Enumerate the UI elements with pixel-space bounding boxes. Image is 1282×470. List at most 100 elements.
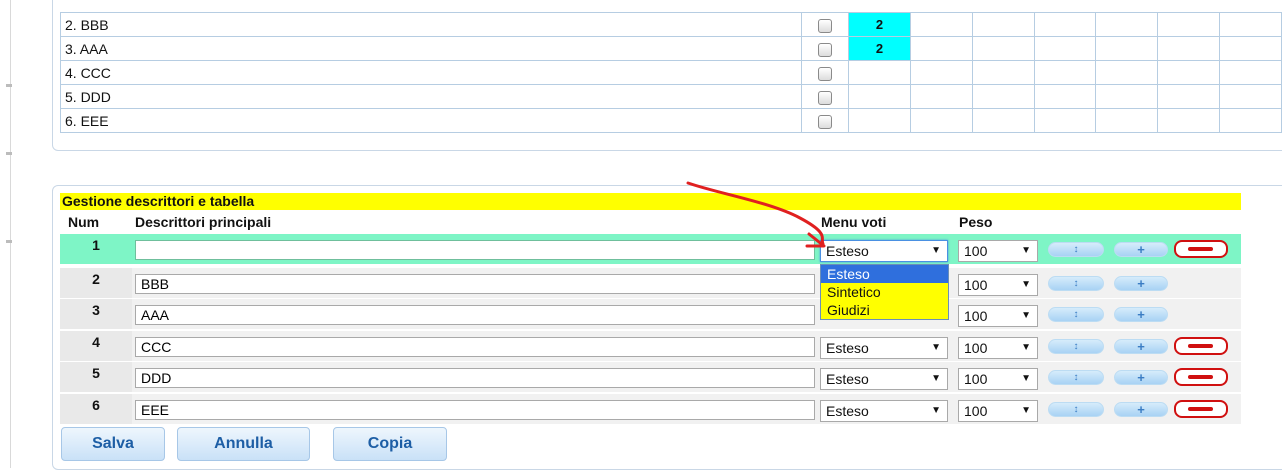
menu-voti-dropdown: Esteso Sintetico Giudizi xyxy=(820,264,949,320)
add-button[interactable]: + xyxy=(1114,276,1168,291)
left-tick-mark xyxy=(6,84,12,87)
add-button[interactable]: + xyxy=(1114,242,1168,257)
descriptor-row: 4 Esteso ▼ 100 ▼ ↕ + xyxy=(60,331,1241,361)
descriptor-input[interactable] xyxy=(135,305,815,325)
plus-icon: + xyxy=(1137,402,1145,417)
row-number: 3 xyxy=(60,299,132,329)
peso-select[interactable]: 100 ▼ xyxy=(958,240,1038,262)
student-checkbox[interactable] xyxy=(817,114,832,129)
remove-button[interactable] xyxy=(1174,368,1228,386)
student-name: 4. CCC xyxy=(60,60,802,85)
move-button[interactable]: ↕ xyxy=(1048,402,1104,417)
minus-icon xyxy=(1188,247,1213,251)
table-row: 6. EEE xyxy=(60,108,1282,133)
row-number: 4 xyxy=(60,331,132,361)
caret-down-icon: ▼ xyxy=(931,405,941,416)
cancel-button[interactable]: Annulla xyxy=(177,427,310,461)
row-number: 2 xyxy=(60,268,132,298)
student-checkbox[interactable] xyxy=(817,90,832,105)
menu-voti-value: Esteso xyxy=(826,371,869,387)
student-name: 5. DDD xyxy=(60,84,802,109)
remove-button[interactable] xyxy=(1174,337,1228,355)
menu-voti-value: Esteso xyxy=(826,340,869,356)
plus-icon: + xyxy=(1137,370,1145,385)
remove-button[interactable] xyxy=(1174,400,1228,418)
menu-voti-select[interactable]: Esteso ▼ xyxy=(820,240,948,262)
move-button[interactable]: ↕ xyxy=(1048,242,1104,257)
left-tick-mark xyxy=(6,240,12,243)
peso-select[interactable]: 100 ▼ xyxy=(958,305,1038,327)
left-tick-mark xyxy=(6,152,12,155)
move-button[interactable]: ↕ xyxy=(1048,370,1104,385)
score-cell[interactable] xyxy=(847,84,911,109)
dropdown-option[interactable]: Giudizi xyxy=(821,301,948,319)
up-down-arrow-icon: ↕ xyxy=(1073,341,1079,352)
annotation-arrow xyxy=(686,181,826,248)
up-down-arrow-icon: ↕ xyxy=(1073,244,1079,255)
caret-down-icon: ▼ xyxy=(1021,245,1031,256)
peso-value: 100 xyxy=(964,403,988,419)
table-row: 4. CCC xyxy=(60,60,1282,85)
peso-value: 100 xyxy=(964,277,988,293)
descriptor-row: 5 Esteso ▼ 100 ▼ ↕ + xyxy=(60,362,1241,392)
up-down-arrow-icon: ↕ xyxy=(1073,309,1079,320)
descriptor-row: 3 100 ▼ ↕ + xyxy=(60,299,1241,329)
add-button[interactable]: + xyxy=(1114,339,1168,354)
peso-select[interactable]: 100 ▼ xyxy=(958,274,1038,296)
peso-select[interactable]: 100 ▼ xyxy=(958,400,1038,422)
caret-down-icon: ▼ xyxy=(931,342,941,353)
menu-voti-select[interactable]: Esteso ▼ xyxy=(820,400,948,422)
descriptor-input[interactable] xyxy=(135,400,815,420)
up-down-arrow-icon: ↕ xyxy=(1073,278,1079,289)
descriptor-row: 1 Esteso ▼ 100 ▼ ↕ + xyxy=(60,234,1241,264)
menu-voti-select[interactable]: Esteso ▼ xyxy=(820,368,948,390)
menu-voti-value: Esteso xyxy=(826,243,869,259)
menu-voti-select[interactable]: Esteso ▼ xyxy=(820,337,948,359)
plus-icon: + xyxy=(1137,307,1145,322)
minus-icon xyxy=(1188,407,1213,411)
up-down-arrow-icon: ↕ xyxy=(1073,404,1079,415)
score-cell[interactable] xyxy=(847,108,911,133)
score-cell[interactable]: 2 xyxy=(847,12,911,37)
peso-value: 100 xyxy=(964,340,988,356)
up-down-arrow-icon: ↕ xyxy=(1073,372,1079,383)
dropdown-option[interactable]: Esteso xyxy=(821,265,948,283)
descriptor-input[interactable] xyxy=(135,368,815,388)
move-button[interactable]: ↕ xyxy=(1048,307,1104,322)
header-peso: Peso xyxy=(959,214,993,230)
row-number: 6 xyxy=(60,394,132,424)
student-checkbox[interactable] xyxy=(817,66,832,81)
peso-select[interactable]: 100 ▼ xyxy=(958,368,1038,390)
save-button[interactable]: Salva xyxy=(61,427,165,461)
move-button[interactable]: ↕ xyxy=(1048,276,1104,291)
left-border-line xyxy=(10,0,11,468)
caret-down-icon: ▼ xyxy=(1021,405,1031,416)
remove-button[interactable] xyxy=(1174,240,1228,258)
peso-value: 100 xyxy=(964,308,988,324)
score-cell[interactable] xyxy=(847,60,911,85)
peso-select[interactable]: 100 ▼ xyxy=(958,337,1038,359)
score-cell[interactable]: 2 xyxy=(847,36,911,61)
plus-icon: + xyxy=(1137,242,1145,257)
student-checkbox[interactable] xyxy=(817,18,832,33)
add-button[interactable]: + xyxy=(1114,370,1168,385)
caret-down-icon: ▼ xyxy=(1021,342,1031,353)
section-title: Gestione descrittori e tabella xyxy=(60,193,1241,210)
descriptor-input[interactable] xyxy=(135,274,815,294)
table-row: 2. BBB 2 xyxy=(60,12,1282,37)
descriptor-input[interactable] xyxy=(135,337,815,357)
student-name: 2. BBB xyxy=(60,12,802,37)
table-row: 3. AAA 2 xyxy=(60,36,1282,61)
add-button[interactable]: + xyxy=(1114,402,1168,417)
student-checkbox[interactable] xyxy=(817,42,832,57)
student-name: 3. AAA xyxy=(60,36,802,61)
dropdown-option[interactable]: Sintetico xyxy=(821,283,948,301)
move-button[interactable]: ↕ xyxy=(1048,339,1104,354)
peso-value: 100 xyxy=(964,243,988,259)
add-button[interactable]: + xyxy=(1114,307,1168,322)
student-table: 2. BBB 2 3. AAA 2 4. CCC 5. DDD 6. EEE xyxy=(60,12,1282,133)
copy-button[interactable]: Copia xyxy=(333,427,447,461)
row-number: 1 xyxy=(60,234,132,264)
caret-down-icon: ▼ xyxy=(931,373,941,384)
plus-icon: + xyxy=(1137,276,1145,291)
